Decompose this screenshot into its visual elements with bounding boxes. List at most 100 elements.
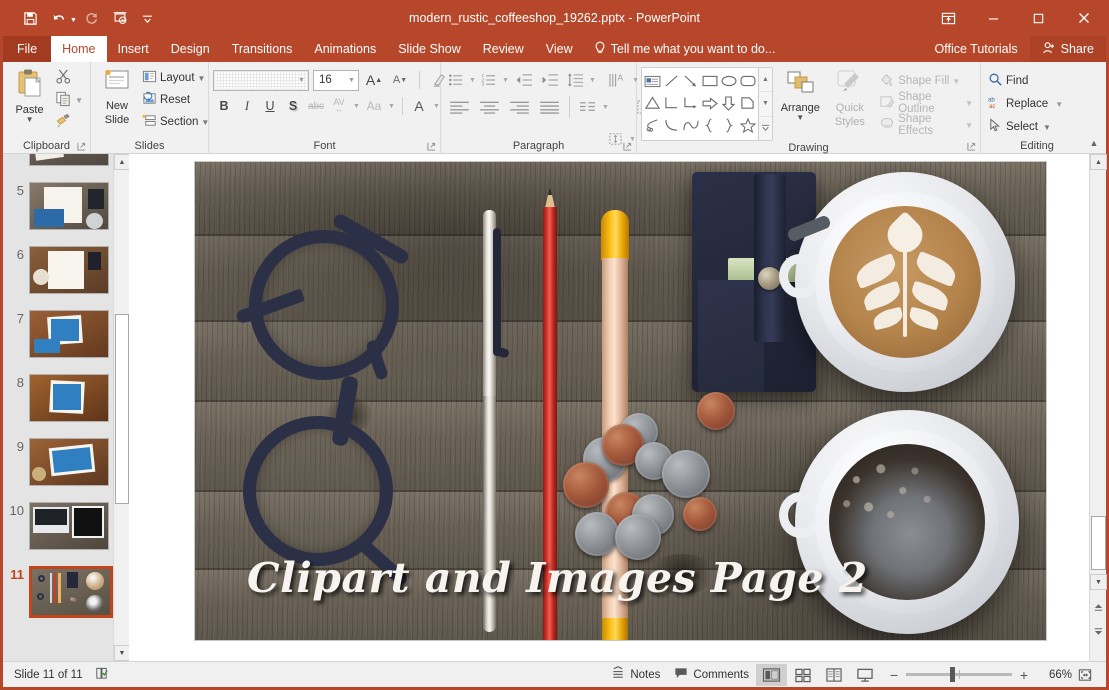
zoom-out-button[interactable]: − (888, 667, 900, 683)
arc-shape[interactable] (662, 114, 681, 136)
thumbnail-slide-11[interactable]: 11 (3, 566, 129, 629)
drawing-dialog-launcher[interactable] (965, 140, 978, 153)
minimize-icon[interactable] (971, 0, 1016, 36)
tab-insert[interactable]: Insert (107, 36, 160, 62)
thumbnail-slide-6[interactable]: 6 (3, 246, 129, 309)
slide-sorter-view-button[interactable] (787, 664, 818, 686)
columns-icon[interactable] (574, 96, 600, 118)
decrease-font-size-button[interactable]: A ▼ (389, 69, 411, 91)
arrange-dropdown-icon[interactable]: ▼ (796, 114, 804, 122)
down-arrow-shape[interactable] (719, 92, 738, 114)
share-button[interactable]: Share (1029, 36, 1106, 62)
shapes-more-icon[interactable] (759, 117, 772, 140)
thumbnail-slide-8[interactable]: 8 (3, 374, 129, 437)
thumbnail-scrollbar-thumb[interactable] (115, 314, 129, 504)
thumbnail-scroll-down-icon[interactable]: ▼ (114, 645, 129, 661)
font-name-dropdown-icon[interactable]: ▼ (295, 71, 308, 90)
line-spacing-icon[interactable] (563, 69, 587, 91)
notes-button[interactable]: Notes (604, 664, 667, 686)
thumbnail-slide-10[interactable]: 10 (3, 502, 129, 565)
arrange-button[interactable]: Arrange ▼ (777, 67, 824, 122)
textbox-shape[interactable] (643, 70, 662, 92)
change-case-dropdown-icon[interactable]: ▼ (386, 95, 397, 117)
layout-button[interactable]: Layout ▼ (139, 67, 212, 89)
previous-slide-button[interactable] (1090, 598, 1107, 617)
shapes-gallery[interactable]: ▲ ▼ (641, 67, 773, 141)
font-size-dropdown-icon[interactable]: ▼ (345, 71, 358, 90)
tell-me-search[interactable]: Tell me what you want to do... (584, 36, 786, 62)
numbering-icon[interactable]: 123 (478, 69, 500, 91)
columns-dropdown-icon[interactable]: ▼ (600, 96, 611, 118)
thumbnail-slide-7[interactable]: 7 (3, 310, 129, 373)
font-size-input[interactable]: 16 ▼ (313, 69, 359, 91)
slide-title[interactable]: Clipart and Images Page 2 (247, 554, 868, 602)
bullets-icon[interactable] (445, 69, 467, 91)
curve-shape[interactable] (681, 114, 700, 136)
accessibility-check-icon[interactable] (94, 666, 109, 684)
strikethrough-button[interactable]: abc (305, 95, 327, 117)
justify-icon[interactable] (535, 96, 565, 118)
tab-view[interactable]: View (535, 36, 584, 62)
copy-button[interactable]: ▼ (52, 89, 86, 111)
thumbnail-slide-9[interactable]: 9 (3, 438, 129, 501)
undo-dropdown-icon[interactable]: ▼ (70, 17, 77, 24)
line-shape[interactable] (662, 70, 681, 92)
shape-effects-button[interactable]: Shape Effects ▼ (876, 113, 976, 137)
find-button[interactable]: Find (985, 70, 1031, 92)
thumbnail-scrollbar[interactable]: ▲ ▼ (113, 154, 129, 661)
character-spacing-button[interactable]: AV ↔ (328, 95, 350, 117)
canvas-scrollbar[interactable]: ▲ ▼ (1089, 154, 1107, 661)
normal-view-button[interactable] (756, 663, 787, 686)
align-center-icon[interactable] (475, 96, 505, 118)
rounded-rectangle-shape[interactable] (738, 70, 757, 92)
triangle-shape[interactable] (643, 92, 662, 114)
replace-button[interactable]: ab ac Replace ▼ (985, 93, 1066, 115)
align-right-icon[interactable] (505, 96, 535, 118)
slide-surface[interactable]: Clipart and Images Page 2 (195, 162, 1046, 640)
thumbnail-slide-5[interactable]: 5 (3, 182, 129, 245)
pentagon-shape[interactable] (738, 92, 757, 114)
layout-dropdown-icon[interactable]: ▼ (198, 74, 206, 82)
thumbnail-slide-4[interactable]: 4 (3, 154, 129, 181)
zoom-level-label[interactable]: 66% (1038, 669, 1072, 681)
fit-slide-to-window-icon[interactable] (1072, 664, 1098, 686)
paste-button[interactable]: Paste ▼ (7, 65, 52, 124)
shapes-scroll-up-icon[interactable]: ▲ (759, 68, 772, 93)
new-slide-button[interactable]: New Slide (95, 65, 139, 126)
account-name[interactable]: Office Tutorials (923, 42, 1030, 56)
section-button[interactable]: Section ▼ (139, 111, 212, 133)
customize-qat-icon[interactable] (135, 6, 161, 30)
elbow-connector-shape[interactable] (662, 92, 681, 114)
comments-button[interactable]: Comments (667, 664, 756, 686)
select-button[interactable]: Select ▼ (985, 116, 1054, 138)
numbering-dropdown-icon[interactable]: ▼ (500, 69, 511, 91)
zoom-slider-thumb[interactable] (950, 667, 955, 682)
font-dialog-launcher[interactable] (425, 140, 438, 153)
reset-button[interactable]: Reset (139, 89, 212, 111)
tab-design[interactable]: Design (160, 36, 221, 62)
shape-fill-dropdown-icon[interactable]: ▼ (952, 77, 960, 85)
zoom-control[interactable]: − + (880, 667, 1038, 683)
change-case-button[interactable]: Aa (363, 95, 385, 117)
tab-transitions[interactable]: Transitions (221, 36, 304, 62)
star-shape[interactable] (738, 114, 757, 136)
increase-indent-icon[interactable] (537, 69, 563, 91)
italic-button[interactable]: I (236, 95, 258, 117)
elbow-arrow-connector-shape[interactable] (681, 92, 700, 114)
font-color-button[interactable]: A (408, 95, 430, 117)
increase-font-size-button[interactable]: A ▲ (363, 69, 385, 91)
save-icon[interactable] (17, 6, 43, 30)
reading-view-button[interactable] (818, 664, 849, 686)
rectangle-shape[interactable] (700, 70, 719, 92)
canvas-scroll-up-icon[interactable]: ▲ (1090, 154, 1107, 170)
slide-counter[interactable]: Slide 11 of 11 (14, 669, 83, 681)
character-spacing-dropdown-icon[interactable]: ▼ (351, 95, 362, 117)
shape-outline-button[interactable]: Shape Outline ▼ (876, 91, 976, 115)
shapes-scroll-down-icon[interactable]: ▼ (759, 92, 772, 117)
canvas-scrollbar-thumb[interactable] (1091, 516, 1106, 570)
start-presentation-icon[interactable] (107, 6, 133, 30)
oval-shape[interactable] (719, 70, 738, 92)
bold-button[interactable]: B (213, 95, 235, 117)
line-spacing-dropdown-icon[interactable]: ▼ (587, 69, 598, 91)
tab-slide-show[interactable]: Slide Show (387, 36, 472, 62)
